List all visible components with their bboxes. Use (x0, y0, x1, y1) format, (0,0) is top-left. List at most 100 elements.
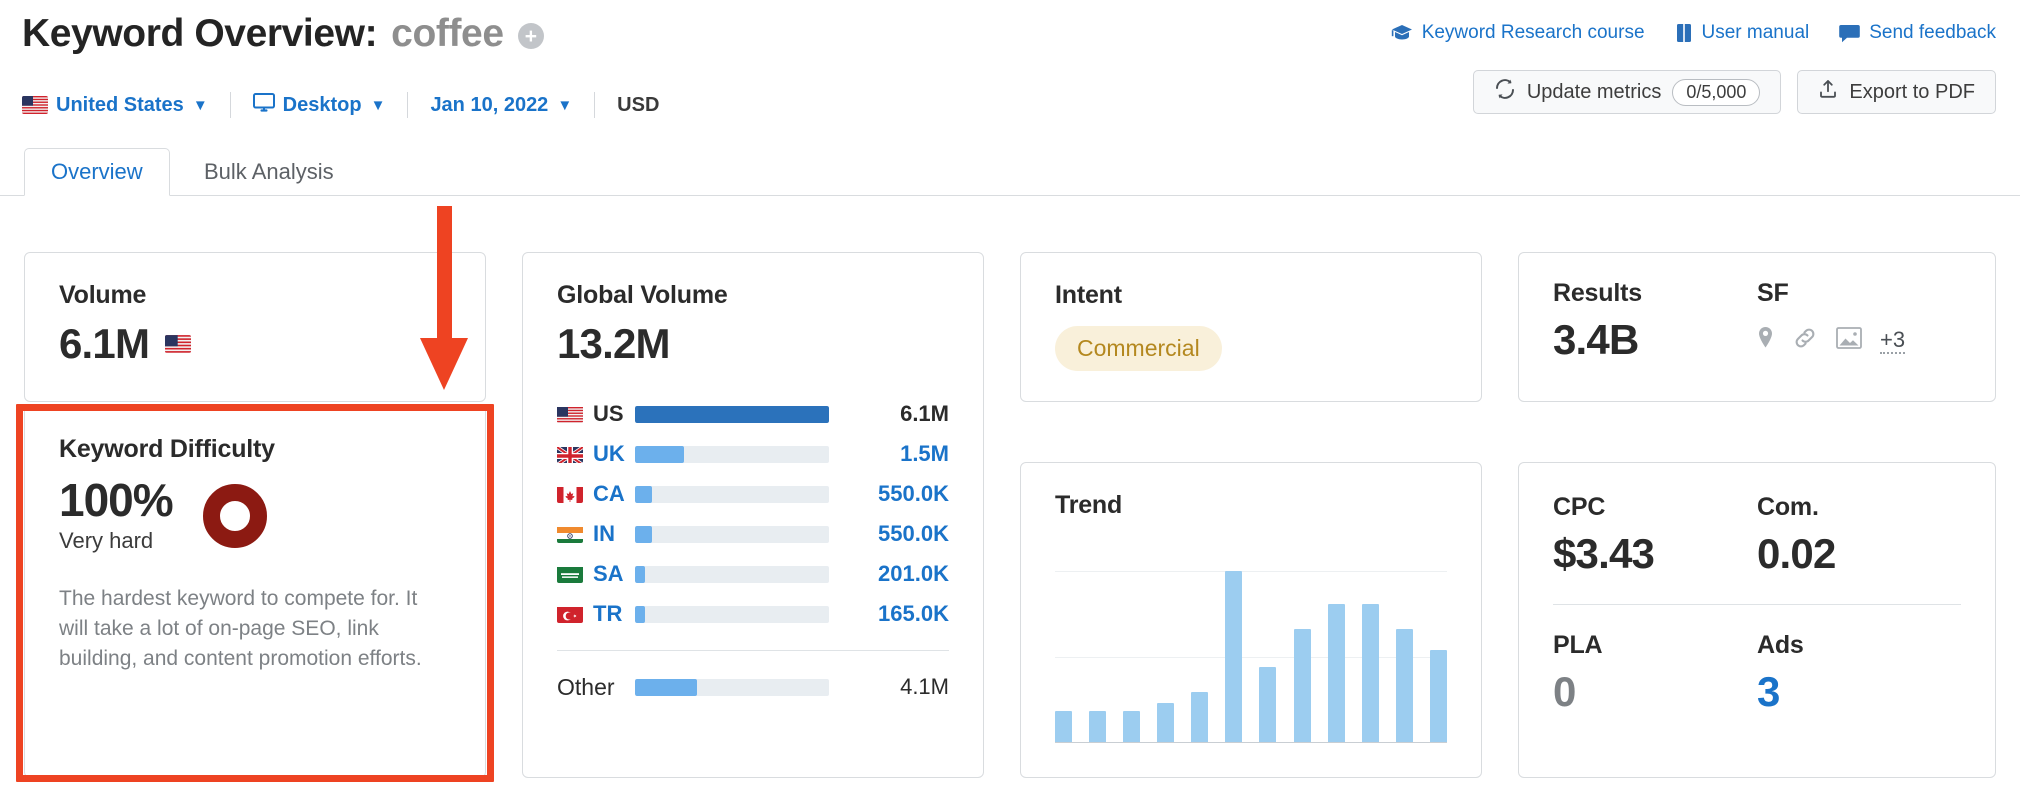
intent-label: Intent (1055, 281, 1122, 309)
filter-divider (229, 92, 231, 118)
in-flag-icon (557, 525, 583, 543)
pla-cell: PLA 0 (1553, 631, 1757, 716)
keyword-difficulty-donut-gauge (202, 484, 267, 548)
country-code-cell[interactable]: TR (557, 601, 635, 627)
ads-value[interactable]: 3 (1757, 668, 1961, 716)
country-selector[interactable]: United States ▼ (22, 94, 208, 117)
map-pin-icon[interactable] (1757, 326, 1774, 355)
country-code-cell[interactable]: UK (557, 441, 635, 467)
plus-circle-icon[interactable]: + (517, 23, 544, 49)
ca-flag-icon (557, 485, 583, 503)
page-title-prefix: Keyword Overview: (22, 12, 378, 55)
keyword-difficulty-rating: Very hard (59, 528, 154, 554)
sf-more-count[interactable]: +3 (1880, 327, 1906, 355)
page-title: Keyword Overview: coffee + (22, 12, 544, 56)
us-flag-icon (22, 96, 48, 114)
trend-bar[interactable] (1225, 571, 1243, 742)
tab-bulk-analysis[interactable]: Bulk Analysis (178, 148, 360, 196)
keyword-difficulty-card[interactable]: Keyword Difficulty 100% Very hard The ha… (24, 404, 486, 778)
trend-bar[interactable] (1123, 711, 1141, 742)
status-badge[interactable]: Commercial (1055, 326, 1222, 371)
cpc-metrics-card[interactable]: CPC $3.43 Com. 0.02 PLA 0 Ads 3 (1518, 462, 1996, 778)
country-volume-value[interactable]: 550.0K (851, 521, 949, 547)
country-label: United States (56, 93, 184, 116)
send-feedback-link[interactable]: Send feedback (1839, 22, 1996, 44)
trend-bar[interactable] (1293, 629, 1311, 742)
device-label: Desktop (282, 93, 362, 116)
cpc-value: $3.43 (1553, 530, 1655, 577)
trend-bar-series (1055, 571, 1447, 742)
volume-bar (635, 405, 829, 423)
trend-bar[interactable] (1191, 692, 1209, 742)
user-manual-label: User manual (1701, 22, 1810, 43)
sf-label: SF (1757, 279, 1789, 307)
country-volume-value[interactable]: 550.0K (851, 481, 949, 507)
trend-bar[interactable] (1055, 711, 1072, 742)
table-row[interactable]: IN 550.0K (557, 514, 949, 554)
cpc-cell: CPC $3.43 (1553, 493, 1757, 578)
page-title-keyword: coffee (391, 12, 504, 55)
country-code-label: US (593, 401, 624, 426)
global-volume-card[interactable]: Global Volume 13.2M US 6.1M UK 1.5M CA 5… (522, 252, 984, 778)
annotation-arrow-icon (414, 206, 474, 392)
trend-bar[interactable] (1157, 702, 1175, 742)
upload-icon (1818, 79, 1838, 105)
table-row-other: Other 4.1M (557, 667, 949, 707)
list-divider (557, 650, 949, 651)
country-code-cell[interactable]: CA (557, 481, 635, 507)
cpc-label: CPC (1553, 493, 1606, 521)
image-icon[interactable] (1836, 327, 1862, 354)
intent-card[interactable]: Intent Commercial (1020, 252, 1482, 402)
table-row[interactable]: TR 165.0K (557, 594, 949, 634)
table-row[interactable]: US 6.1M (557, 394, 949, 434)
tr-flag-icon (557, 605, 583, 623)
tab-bar: Overview Bulk Analysis (0, 148, 2020, 196)
trend-bar[interactable] (1429, 649, 1447, 742)
country-volume-value[interactable]: 201.0K (851, 561, 949, 587)
update-metrics-button[interactable]: Update metrics 0/5,000 (1472, 70, 1782, 114)
country-code-cell[interactable]: US (557, 401, 635, 427)
card-divider (1553, 604, 1961, 605)
export-to-pdf-label: Export to PDF (1849, 80, 1975, 103)
table-row[interactable]: SA 201.0K (557, 554, 949, 594)
device-selector[interactable]: Desktop ▼ (252, 92, 385, 118)
results-value: 3.4B (1553, 316, 1639, 363)
trend-card[interactable]: Trend (1020, 462, 1482, 778)
keyword-difficulty-label: Keyword Difficulty (59, 435, 275, 463)
country-code-label: IN (593, 521, 615, 546)
export-to-pdf-button[interactable]: Export to PDF (1797, 70, 1996, 114)
volume-value: 6.1M (59, 320, 150, 367)
user-manual-link[interactable]: User manual (1675, 22, 1810, 44)
trend-bar[interactable] (1361, 603, 1379, 742)
date-label: Jan 10, 2022 (430, 93, 549, 116)
trend-bar[interactable] (1259, 666, 1277, 742)
country-code-label: CA (593, 481, 625, 506)
country-volume-value[interactable]: 1.5M (851, 441, 949, 467)
speech-bubble-icon (1839, 24, 1861, 43)
results-sf-card[interactable]: Results 3.4B SF +3 (1518, 252, 1996, 402)
volume-bar (635, 605, 829, 623)
pla-value: 0 (1553, 668, 1576, 715)
results-section: Results 3.4B (1553, 279, 1757, 364)
country-volume-value: 6.1M (900, 401, 949, 426)
date-selector[interactable]: Jan 10, 2022 ▼ (430, 94, 572, 117)
country-code-cell[interactable]: IN (557, 521, 635, 547)
tab-overview[interactable]: Overview (24, 148, 170, 196)
country-code-cell[interactable]: SA (557, 561, 635, 587)
update-metrics-quota: 0/5,000 (1672, 78, 1761, 106)
send-feedback-label: Send feedback (1869, 22, 1996, 43)
ads-label: Ads (1757, 631, 1804, 659)
keyword-research-course-label: Keyword Research course (1421, 22, 1645, 43)
trend-bar[interactable] (1327, 603, 1345, 742)
us-flag-icon (165, 335, 192, 353)
trend-bar[interactable] (1395, 629, 1413, 742)
link-icon[interactable] (1792, 326, 1818, 355)
table-row[interactable]: UK 1.5M (557, 434, 949, 474)
trend-bar[interactable] (1089, 711, 1107, 742)
keyword-research-course-link[interactable]: Keyword Research course (1391, 22, 1645, 44)
com-label: Com. (1757, 493, 1819, 521)
ads-cell: Ads 3 (1757, 631, 1961, 716)
table-row[interactable]: CA 550.0K (557, 474, 949, 514)
refresh-icon (1494, 79, 1516, 105)
country-volume-value[interactable]: 165.0K (851, 601, 949, 627)
